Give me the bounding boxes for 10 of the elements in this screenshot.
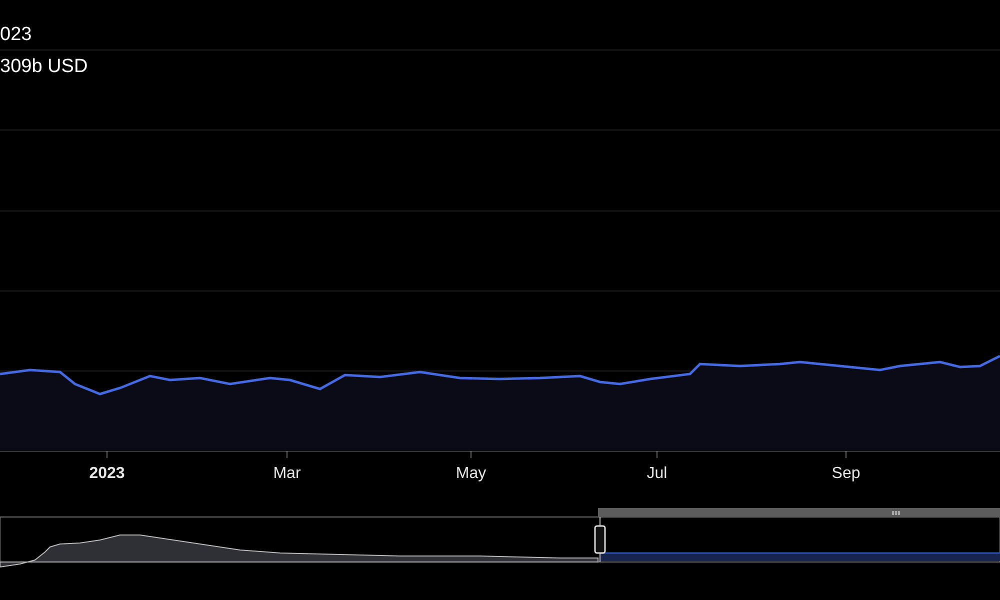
axis-label: 2023 xyxy=(89,465,125,482)
axis-label: Jul xyxy=(646,465,668,482)
scrollbar[interactable] xyxy=(598,508,1000,517)
axis-label: Mar xyxy=(273,465,301,482)
tooltip-date: 023 xyxy=(0,24,33,46)
axis-label: May xyxy=(456,465,486,482)
range-handle[interactable] xyxy=(594,516,606,562)
tooltip-value: 309b USD xyxy=(0,56,88,78)
grip-icon xyxy=(892,510,900,516)
axis-label: Sep xyxy=(832,465,860,482)
